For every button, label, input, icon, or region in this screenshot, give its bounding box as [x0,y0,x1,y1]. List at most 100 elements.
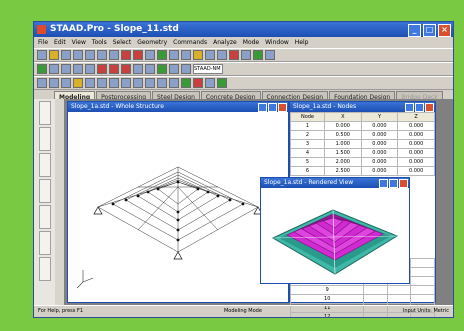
save-icon[interactable] [61,50,71,60]
table-row[interactable]: 1 0.000 0.000 0.000 [290,121,435,131]
close-button[interactable]: × [438,24,451,37]
plate-icon[interactable] [205,50,215,60]
redo-icon[interactable] [133,50,143,60]
table-row[interactable]: 10 [289,294,435,304]
beam-icon[interactable] [193,50,203,60]
page-tab-beam[interactable] [38,179,51,203]
structure-window[interactable]: Slope_1a.std - Whole Structure [67,101,289,303]
mirror-icon[interactable] [121,78,131,88]
menu-select[interactable]: Select [113,37,132,48]
grid-icon[interactable] [169,50,179,60]
front-view-icon[interactable] [97,64,107,74]
select-icon[interactable] [157,50,167,60]
table-row[interactable]: 2 0.500 0.000 0.000 [290,130,435,140]
table-row[interactable]: 6 2.500 0.000 0.000 [290,166,435,176]
label-icon[interactable] [145,64,155,74]
cut-icon[interactable] [85,50,95,60]
copy-icon[interactable] [97,50,107,60]
print-icon[interactable] [73,50,83,60]
minimize-button[interactable]: _ [408,24,421,37]
section-icon[interactable] [169,64,179,74]
win-max-button[interactable] [415,103,424,112]
axis-icon [76,270,94,289]
menu-window[interactable]: Window [265,37,289,48]
table-row[interactable]: 5 2.000 0.000 0.000 [290,157,435,167]
page-tab-general[interactable] [38,153,51,177]
maximize-button[interactable]: □ [423,24,436,37]
menu-tools[interactable]: Tools [92,37,107,48]
menu-file[interactable]: File [38,37,48,48]
win-min-button[interactable] [258,103,267,112]
geometry-cursor-icon[interactable] [85,78,95,88]
table-row[interactable]: 3 1.000 0.000 0.000 [290,139,435,149]
view-icon[interactable] [205,78,215,88]
menu-edit[interactable]: Edit [54,37,66,48]
win-close-button[interactable] [425,103,434,112]
support-icon[interactable] [241,50,251,60]
status-mode: Modeling Mode [223,308,262,314]
zoom-in-icon[interactable] [73,64,83,74]
title-bar: STAAD.Pro - Slope_11.std _ □ × [34,22,453,37]
run-analysis-icon[interactable] [253,50,263,60]
results-icon[interactable] [265,50,275,60]
win-close-button[interactable] [278,103,287,112]
menu-mode[interactable]: Mode [243,37,259,48]
app-title: STAAD.Pro - Slope_11.std [50,24,179,34]
rendered-window-title: Slope_1a.std - Rendered View [261,178,409,188]
add-plate-icon[interactable] [169,78,179,88]
node-cursor-icon[interactable] [73,78,83,88]
win-close-button[interactable] [399,179,408,188]
page-tab-geometry[interactable] [38,127,51,151]
snap-grid-icon[interactable] [145,78,155,88]
table-row[interactable]: 4 1.500 0.000 0.000 [290,148,435,158]
menu-help[interactable]: Help [295,37,309,48]
zoom-out-icon[interactable] [85,64,95,74]
page-control-bar [34,99,56,305]
table-row[interactable]: 9 [289,285,435,295]
load-case-icon[interactable] [193,78,203,88]
toolbar-1 [34,48,453,62]
menu-analyze[interactable]: Analyze [213,37,237,48]
iso-view-icon[interactable] [133,64,143,74]
dimension-icon[interactable] [157,64,167,74]
undo-icon[interactable] [121,50,131,60]
property-icon[interactable] [181,78,191,88]
translational-repeat-icon[interactable] [97,78,107,88]
plate-cursor-icon[interactable] [49,78,59,88]
page-tab-setup[interactable] [38,101,51,125]
structure-icon[interactable] [217,78,227,88]
win-min-button[interactable] [379,179,388,188]
menu-geometry[interactable]: Geometry [137,37,167,48]
page-tab-analysis[interactable] [38,205,51,229]
load-icon[interactable] [229,50,239,60]
win-max-button[interactable] [268,103,277,112]
beam-cursor-icon[interactable] [37,78,47,88]
side-view-icon[interactable] [121,64,131,74]
menu-bar: File Edit View Tools Select Geometry Com… [34,37,453,48]
cursor-icon[interactable] [37,64,47,74]
win-max-button[interactable] [389,179,398,188]
win-min-button[interactable] [405,103,414,112]
render-icon[interactable] [181,64,191,74]
node-icon[interactable] [181,50,191,60]
menu-commands[interactable]: Commands [173,37,207,48]
page-tab-output[interactable] [38,257,51,281]
top-view-icon[interactable] [109,64,119,74]
pan-icon[interactable] [61,64,71,74]
rendered-view-window[interactable]: Slope_1a.std - Rendered View [260,177,410,284]
units-combo[interactable]: STAAD-NM [193,64,223,74]
solid-icon[interactable] [217,50,227,60]
circular-repeat-icon[interactable] [109,78,119,88]
zoom-icon[interactable] [145,50,155,60]
open-folder-icon[interactable] [49,50,59,60]
new-file-icon[interactable] [37,50,47,60]
paste-icon[interactable] [109,50,119,60]
rotate-geometry-icon[interactable] [133,78,143,88]
sub-page-bar [55,99,65,305]
page-tab-design[interactable] [38,231,51,255]
menu-view[interactable]: View [72,37,86,48]
add-beam-icon[interactable] [157,78,167,88]
surface-cursor-icon[interactable] [61,78,71,88]
status-units: Input Units: Metric [402,308,449,314]
rotate-icon[interactable] [49,64,59,74]
